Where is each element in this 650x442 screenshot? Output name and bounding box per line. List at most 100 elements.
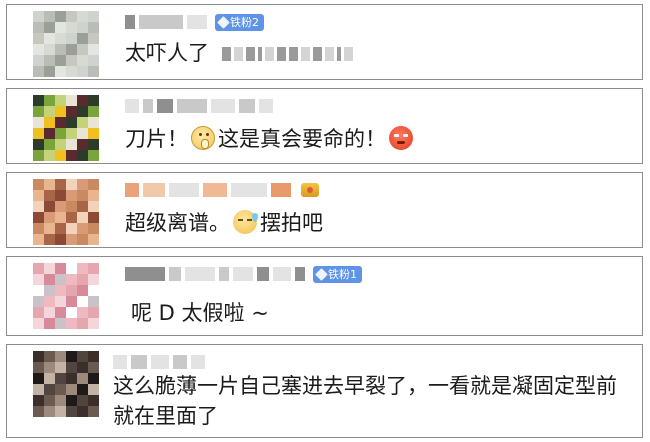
avatar-pixel	[77, 307, 88, 318]
avatar-pixel	[55, 384, 66, 395]
comment-card: 铁粉2 太吓人了	[6, 4, 643, 80]
avatar-pixel	[55, 190, 66, 201]
avatar-pixel	[33, 234, 44, 245]
avatar-pixel	[66, 128, 77, 139]
comment-card: 这么脆薄一片自己塞进去早裂了，一看就是凝固定型前就在里面了	[6, 344, 643, 438]
avatar-pixel	[33, 296, 44, 307]
avatar-pixel	[33, 384, 44, 395]
avatar-pixel	[88, 406, 99, 417]
avatar-pixel	[88, 373, 99, 384]
avatar-pixel	[55, 274, 66, 285]
avatar-pixel	[77, 406, 88, 417]
avatar-pixel	[77, 234, 88, 245]
avatar-pixel	[88, 22, 99, 33]
avatar-pixel	[66, 395, 77, 406]
avatar-pixel	[88, 128, 99, 139]
avatar-pixel	[88, 95, 99, 106]
avatar-pixel	[44, 139, 55, 150]
avatar-pixel	[55, 212, 66, 223]
avatar-pixel	[55, 117, 66, 128]
angry-face-icon	[389, 126, 413, 150]
avatar-pixel	[88, 150, 99, 161]
comment-text: 刀片！ 这是真会要命的！	[125, 123, 416, 155]
avatar-pixel	[77, 95, 88, 106]
avatar-pixel	[33, 66, 44, 77]
avatar-pixel	[33, 362, 44, 373]
cold-sweat-icon	[233, 210, 258, 234]
username[interactable]: 铁粉1	[125, 263, 362, 285]
avatar-pixel	[44, 384, 55, 395]
avatar-pixel	[77, 66, 88, 77]
avatar-pixel	[77, 44, 88, 55]
avatar-pixel	[66, 296, 77, 307]
avatar-pixel	[77, 384, 88, 395]
avatar-pixel	[88, 285, 99, 296]
avatar-pixel	[55, 150, 66, 161]
avatar-pixel	[55, 263, 66, 274]
avatar-pixel	[44, 66, 55, 77]
avatar-pixel	[66, 117, 77, 128]
avatar[interactable]	[33, 95, 99, 161]
avatar-pixel	[55, 55, 66, 66]
avatar[interactable]	[33, 351, 99, 417]
avatar[interactable]	[33, 179, 99, 245]
comment-card: 刀片！ 这是真会要命的！	[6, 88, 643, 164]
avatar-pixel	[44, 22, 55, 33]
avatar-pixel	[66, 95, 77, 106]
avatar[interactable]	[33, 11, 99, 77]
avatar-pixel	[66, 362, 77, 373]
avatar-pixel	[55, 66, 66, 77]
comment-card: 铁粉1 呢 D 太假啦 ~	[6, 256, 643, 336]
avatar-pixel	[88, 395, 99, 406]
avatar-pixel	[55, 351, 66, 362]
avatar-pixel	[33, 395, 44, 406]
username[interactable]	[125, 179, 319, 201]
avatar-pixel	[55, 95, 66, 106]
avatar-pixel	[55, 179, 66, 190]
avatar-pixel	[44, 406, 55, 417]
avatar-pixel	[88, 351, 99, 362]
avatar-pixel	[55, 106, 66, 117]
avatar-pixel	[66, 406, 77, 417]
pray-smile-icon	[191, 126, 215, 150]
avatar-pixel	[66, 150, 77, 161]
avatar-pixel	[66, 106, 77, 117]
avatar-pixel	[77, 33, 88, 44]
avatar-pixel	[77, 212, 88, 223]
avatar-pixel	[55, 11, 66, 22]
avatar-pixel	[77, 128, 88, 139]
avatar-pixel	[33, 373, 44, 384]
avatar-pixel	[44, 11, 55, 22]
avatar-pixel	[88, 274, 99, 285]
avatar-pixel	[44, 212, 55, 223]
avatar-pixel	[55, 373, 66, 384]
username[interactable]: 铁粉2	[125, 11, 264, 33]
avatar-pixel	[33, 139, 44, 150]
avatar-pixel	[55, 307, 66, 318]
avatar-pixel	[66, 223, 77, 234]
username[interactable]	[125, 95, 273, 117]
avatar-pixel	[33, 351, 44, 362]
avatar-pixel	[66, 139, 77, 150]
avatar[interactable]	[33, 263, 99, 329]
diamond-icon	[315, 267, 328, 281]
avatar-pixel	[88, 234, 99, 245]
username[interactable]	[113, 351, 205, 373]
avatar-pixel	[44, 274, 55, 285]
avatar-pixel	[55, 318, 66, 329]
avatar-pixel	[77, 263, 88, 274]
avatar-pixel	[77, 351, 88, 362]
avatar-pixel	[44, 395, 55, 406]
avatar-pixel	[77, 139, 88, 150]
avatar-pixel	[55, 234, 66, 245]
avatar-pixel	[88, 201, 99, 212]
avatar-pixel	[88, 33, 99, 44]
avatar-pixel	[33, 11, 44, 22]
avatar-pixel	[88, 212, 99, 223]
avatar-pixel	[77, 190, 88, 201]
comment-text: 这么脆薄一片自己塞进去早裂了，一看就是凝固定型前就在里面了	[113, 374, 617, 428]
avatar-pixel	[88, 362, 99, 373]
avatar-pixel	[66, 285, 77, 296]
avatar-pixel	[33, 55, 44, 66]
avatar-pixel	[33, 274, 44, 285]
